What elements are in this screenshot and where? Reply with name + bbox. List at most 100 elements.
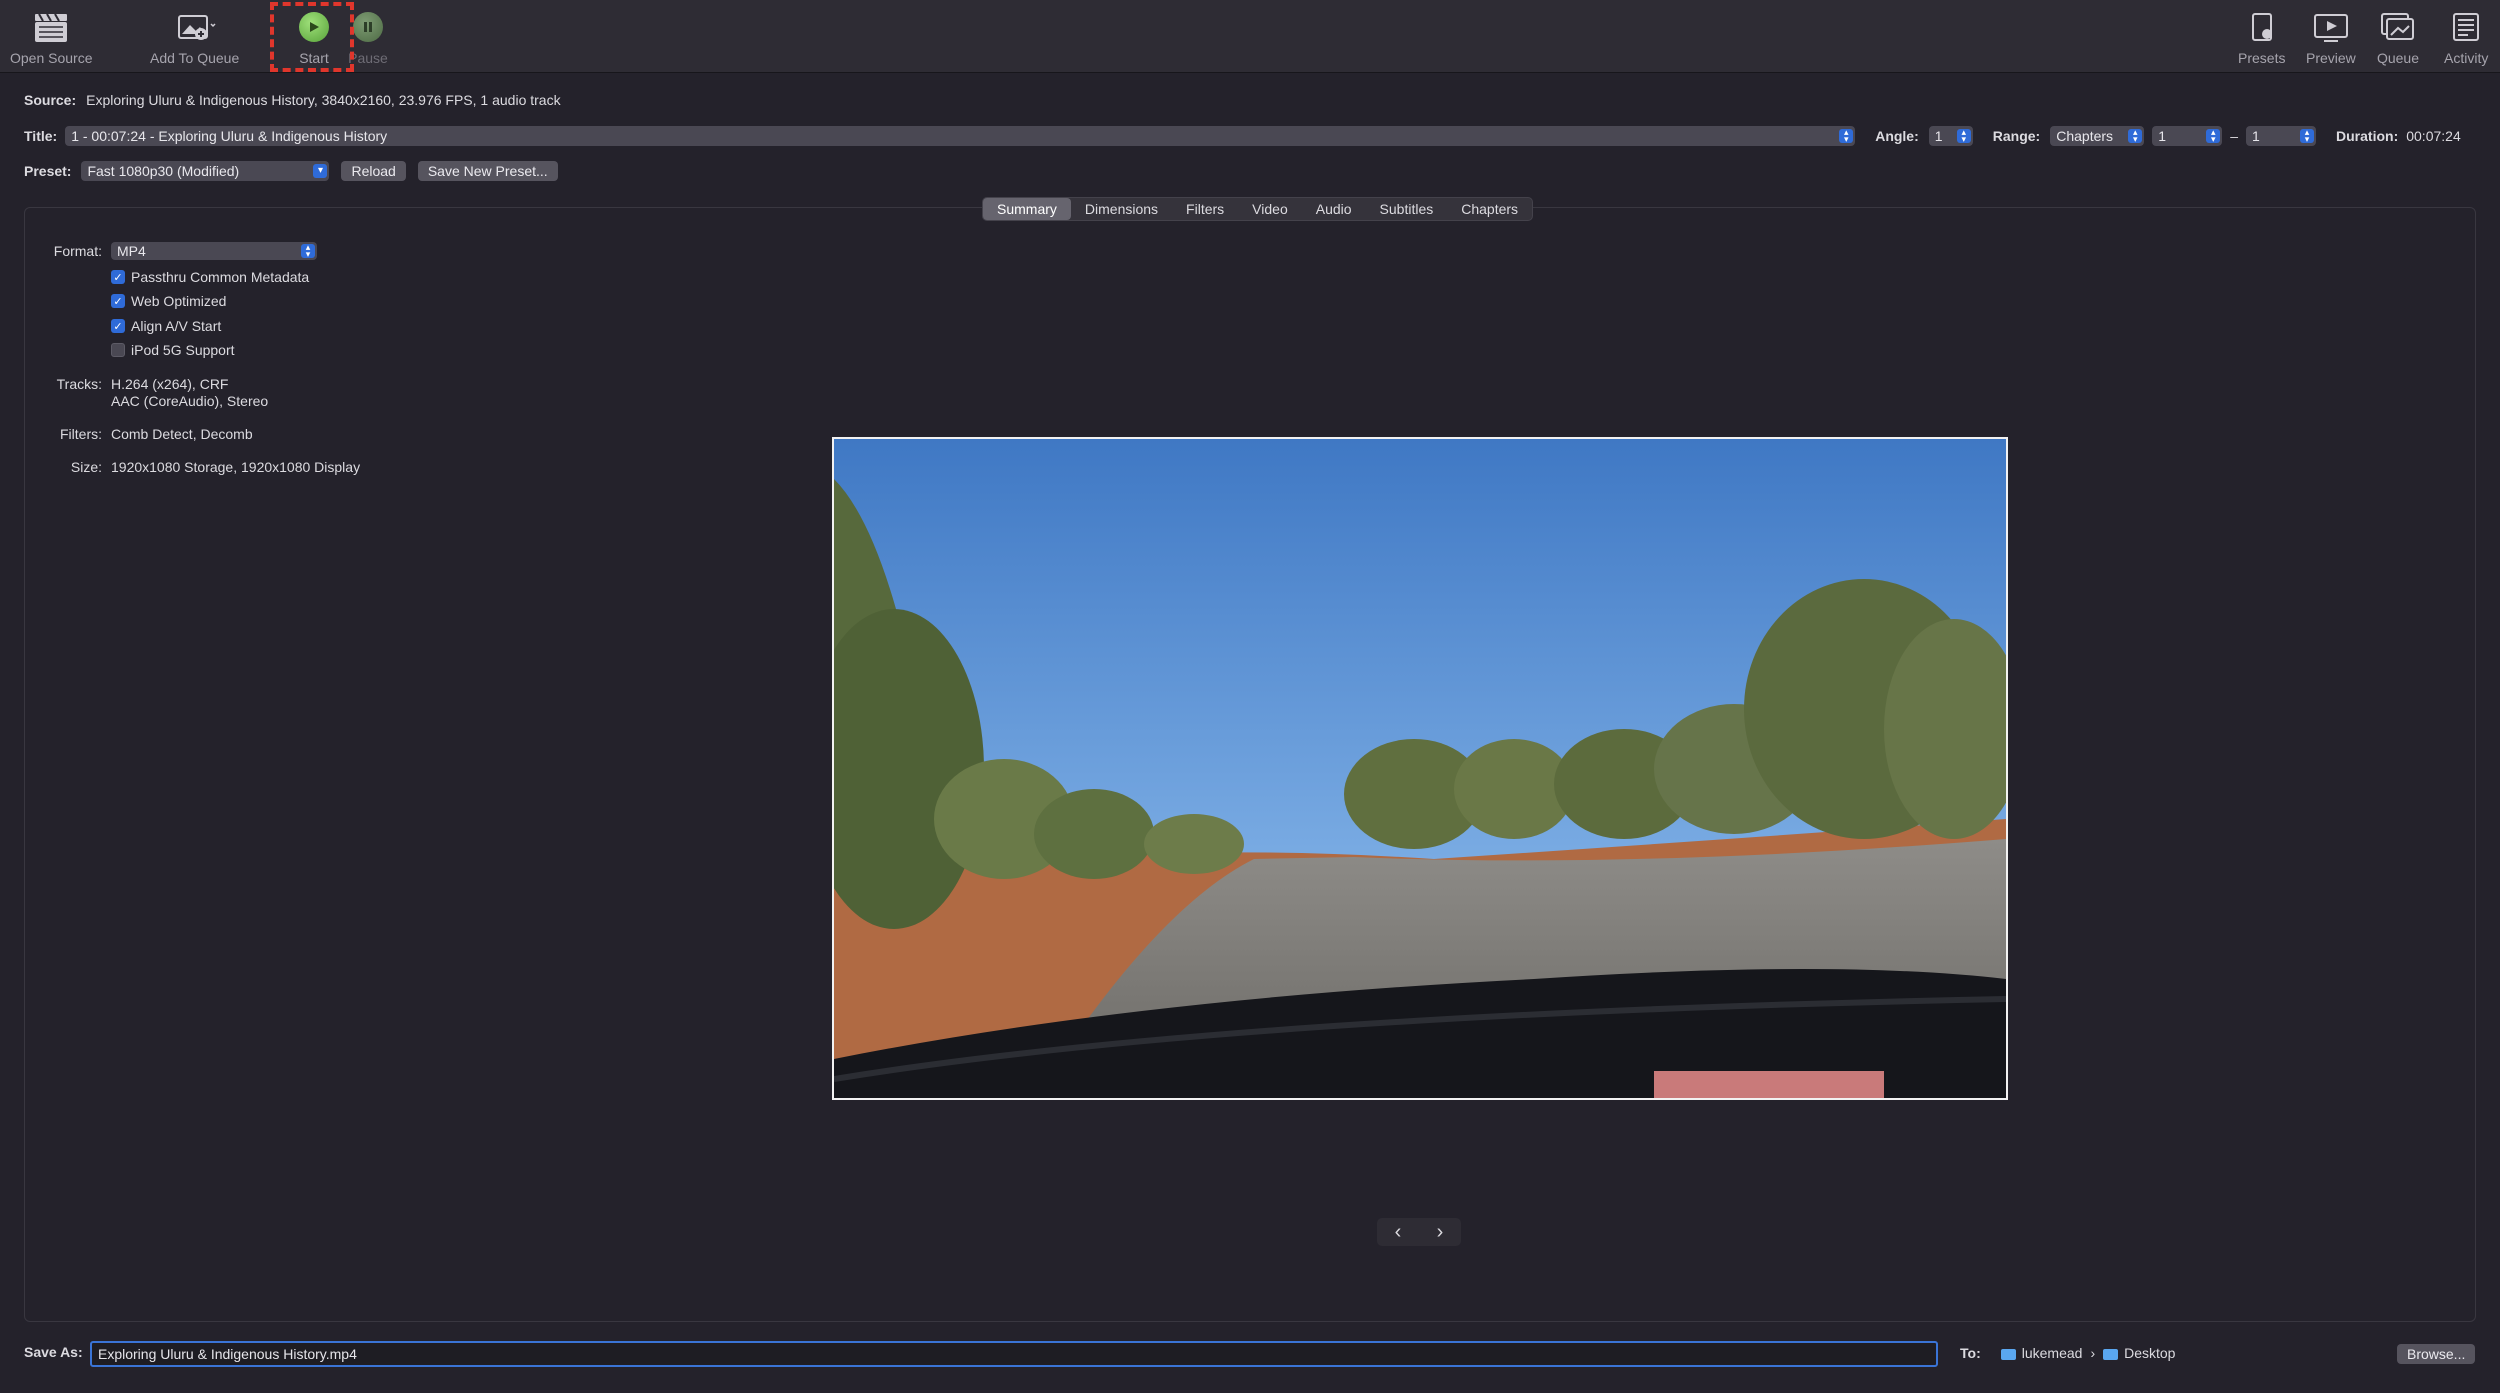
save-as-row: Save As: <box>24 1344 83 1360</box>
add-to-queue-button[interactable]: Add To Queue <box>150 8 239 66</box>
tracks-label: Tracks: <box>56 376 102 392</box>
range-value: Chapters <box>2056 128 2114 144</box>
duration-label: Duration: <box>2336 128 2399 144</box>
tab-bar: Summary Dimensions Filters Video Audio S… <box>982 197 1534 221</box>
presets-label: Presets <box>2238 50 2286 66</box>
save-new-preset-button[interactable]: Save New Preset... <box>417 161 558 181</box>
start-highlight-box <box>270 2 354 72</box>
size-value: 1920x1080 Storage, 1920x1080 Display <box>111 459 361 475</box>
preset-value: Fast 1080p30 (Modified) <box>87 163 240 179</box>
activity-label: Activity <box>2444 50 2489 66</box>
open-source-label: Open Source <box>10 50 93 66</box>
chevron-down-icon: ▾ <box>313 164 328 178</box>
format-value: MP4 <box>117 243 146 259</box>
presets-button[interactable]: Presets <box>2238 8 2285 66</box>
preview-nav: ‹ › <box>1377 1218 1461 1246</box>
folder-icon <box>2103 1345 2124 1361</box>
filters-value: Comb Detect, Decomb <box>111 426 253 442</box>
queue-label: Queue <box>2376 50 2420 66</box>
checkbox-label: Web Optimized <box>131 293 227 309</box>
folder-icon <box>2000 1345 2022 1361</box>
web-optimized-checkbox[interactable]: ✓ Web Optimized <box>111 293 226 309</box>
reload-button[interactable]: Reload <box>341 161 406 181</box>
checkmark-icon: ✓ <box>111 319 125 333</box>
activity-button[interactable]: Activity <box>2444 8 2488 66</box>
save-as-label: Save As: <box>24 1344 83 1360</box>
pause-icon <box>353 12 383 42</box>
preview-label: Preview <box>2306 50 2356 66</box>
tab-summary[interactable]: Summary <box>983 198 1071 220</box>
checkmark-icon: ✓ <box>111 270 125 284</box>
save-as-field[interactable]: Exploring Uluru & Indigenous History.mp4 <box>90 1341 1938 1367</box>
range-popup[interactable]: Chapters ▴ ▾ <box>2050 126 2145 146</box>
unchecked-box-icon <box>111 343 125 357</box>
preview-button[interactable]: Preview <box>2306 8 2356 66</box>
align-av-start-checkbox[interactable]: ✓ Align A/V Start <box>111 318 221 334</box>
popup-arrows-icon: ▴ ▾ <box>1839 128 1854 144</box>
checkbox-label: Align A/V Start <box>131 318 222 334</box>
open-source-button[interactable]: Open Source <box>10 8 93 66</box>
preset-label: Preset: <box>24 163 72 179</box>
preset-row: Preset: Fast 1080p30 (Modified) ▾ Reload… <box>24 161 558 181</box>
activity-icon <box>2444 8 2488 46</box>
filters-label: Filters: <box>60 426 102 442</box>
popup-arrows-icon: ▴ ▾ <box>2300 128 2315 144</box>
checkmark-icon: ✓ <box>111 294 125 308</box>
range-end-value: 1 <box>2252 128 2260 144</box>
range-label: Range: <box>1992 128 2041 144</box>
tab-dimensions[interactable]: Dimensions <box>1071 198 1172 220</box>
queue-icon <box>2376 8 2420 46</box>
format-popup[interactable]: MP4 ▴ ▾ <box>111 242 317 260</box>
tab-audio[interactable]: Audio <box>1302 198 1366 220</box>
queue-button[interactable]: Queue <box>2376 8 2420 66</box>
popup-arrows-icon: ▴ ▾ <box>1956 128 1971 144</box>
duration-value: 00:07:24 <box>2406 128 2461 144</box>
range-start-value: 1 <box>2158 128 2167 144</box>
angle-value: 1 <box>1934 128 1943 144</box>
to-label: To: <box>1960 1345 1981 1361</box>
tab-chapters[interactable]: Chapters <box>1447 198 1532 220</box>
source-label: Source: <box>24 92 77 108</box>
title-label: Title: <box>24 128 58 144</box>
previous-arrow-icon[interactable]: ‹ <box>1395 1221 1402 1244</box>
tab-subtitles[interactable]: Subtitles <box>1366 198 1448 220</box>
passthru-metadata-checkbox[interactable]: ✓ Passthru Common Metadata <box>111 269 309 285</box>
preset-popup[interactable]: Fast 1080p30 (Modified) ▾ <box>81 161 330 181</box>
popup-arrows-icon: ▴ ▾ <box>301 243 315 259</box>
size-label: Size: <box>70 459 102 475</box>
path-separator: › <box>2090 1345 2096 1361</box>
presets-icon <box>2240 8 2284 46</box>
ipod-5g-support-checkbox[interactable]: iPod 5G Support <box>111 342 235 358</box>
preview-image <box>832 437 2008 1100</box>
range-end-popup[interactable]: 1 ▴ ▾ <box>2246 126 2317 146</box>
tab-video[interactable]: Video <box>1238 198 1302 220</box>
preview-icon <box>2309 8 2353 46</box>
destination-path: To: lukemead › Desktop <box>1960 1345 2175 1361</box>
title-row: Title: 1 - 00:07:24 - Exploring Uluru & … <box>24 126 2476 146</box>
add-to-queue-icon <box>173 8 217 46</box>
checkbox-label: iPod 5G Support <box>131 342 235 358</box>
title-popup[interactable]: 1 - 00:07:24 - Exploring Uluru & Indigen… <box>65 126 1856 146</box>
checkbox-label: Passthru Common Metadata <box>131 269 310 285</box>
angle-popup[interactable]: 1 ▴ ▾ <box>1928 126 1973 146</box>
browse-button[interactable]: Browse... <box>2397 1344 2476 1364</box>
source-value: Exploring Uluru & Indigenous History, 38… <box>86 92 561 108</box>
format-label: Format: <box>53 243 102 259</box>
title-value: 1 - 00:07:24 - Exploring Uluru & Indigen… <box>71 128 388 144</box>
popup-arrows-icon: ▴ ▾ <box>2206 128 2221 144</box>
source-row: Source: Exploring Uluru & Indigenous His… <box>24 92 561 108</box>
tracks-audio: AAC (CoreAudio), Stereo <box>111 393 269 409</box>
path-folder[interactable]: Desktop <box>2124 1345 2175 1361</box>
range-separator: – <box>2230 128 2239 144</box>
tab-filters[interactable]: Filters <box>1172 198 1238 220</box>
popup-arrows-icon: ▴ ▾ <box>2128 128 2143 144</box>
path-user[interactable]: lukemead <box>2022 1345 2083 1361</box>
add-to-queue-label: Add To Queue <box>150 50 240 66</box>
clapperboard-icon <box>29 8 73 46</box>
angle-label: Angle: <box>1875 128 1919 144</box>
tracks-video: H.264 (x264), CRF <box>111 376 229 392</box>
toolbar: Open Source Add To Queue Start Pause Pre… <box>0 0 2500 73</box>
pause-label: Pause <box>348 50 388 66</box>
range-start-popup[interactable]: 1 ▴ ▾ <box>2152 126 2223 146</box>
next-arrow-icon[interactable]: › <box>1437 1221 1444 1244</box>
